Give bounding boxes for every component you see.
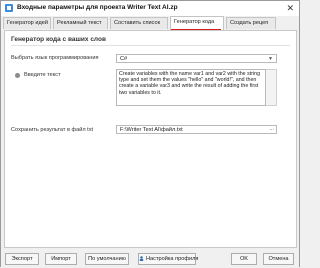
window-title: Входные параметры для проекта Writer Tex… bbox=[17, 4, 178, 11]
export-button[interactable]: Экспорт bbox=[5, 253, 39, 265]
tab-create-recipe[interactable]: Создать рецеп bbox=[226, 17, 276, 29]
heading-divider bbox=[11, 45, 290, 46]
browse-button[interactable]: ... bbox=[269, 126, 274, 132]
language-select[interactable]: C# ▼ bbox=[116, 54, 277, 63]
default-button[interactable]: По умолчанию bbox=[85, 253, 129, 265]
close-icon[interactable]: ✕ bbox=[286, 3, 294, 13]
language-label: Выбрать язык программирования bbox=[11, 55, 99, 61]
footer-bar: Экспорт Импорт По умолчанию Настройка пр… bbox=[1, 250, 299, 268]
app-icon bbox=[5, 4, 13, 12]
input-marker-icon bbox=[15, 73, 20, 78]
save-path-value: F:\Writer Text AI\файл.txt bbox=[120, 127, 183, 133]
tab-ad-text[interactable]: Рекламный текст bbox=[53, 17, 108, 29]
text-label: Введите текст bbox=[24, 72, 61, 78]
tab-content-panel: Генератор кода с ваших слов Выбрать язык… bbox=[4, 30, 297, 248]
chevron-down-icon[interactable]: ▼ bbox=[268, 56, 273, 62]
profile-settings-label: Настройка профиля bbox=[146, 256, 199, 262]
tab-strip: Генератор идей Рекламный текст Составить… bbox=[3, 16, 299, 30]
import-button[interactable]: Импорт bbox=[45, 253, 77, 265]
section-heading: Генератор кода с ваших слов bbox=[11, 36, 106, 43]
person-icon bbox=[139, 255, 144, 261]
tab-idea-generator[interactable]: Генератор идей bbox=[3, 17, 51, 29]
dialog-window: Входные параметры для проекта Writer Tex… bbox=[0, 0, 300, 268]
tab-code-generator[interactable]: Генератор кода bbox=[170, 16, 224, 30]
tab-make-list[interactable]: Составить список bbox=[110, 17, 168, 29]
language-select-value: C# bbox=[120, 56, 128, 62]
profile-settings-button[interactable]: Настройка профиля bbox=[138, 253, 199, 265]
title-bar[interactable]: Входные параметры для проекта Writer Tex… bbox=[1, 1, 299, 16]
textarea-scrollbar[interactable] bbox=[266, 69, 277, 106]
ok-button[interactable]: OK bbox=[231, 253, 257, 265]
save-path-label: Сохранить результат в файл txt bbox=[11, 127, 94, 133]
cancel-button[interactable]: Отмена bbox=[263, 253, 294, 265]
save-path-field[interactable]: F:\Writer Text AI\файл.txt ... bbox=[116, 125, 277, 134]
prompt-textarea[interactable]: Create variables with the name var1 and … bbox=[116, 69, 266, 106]
